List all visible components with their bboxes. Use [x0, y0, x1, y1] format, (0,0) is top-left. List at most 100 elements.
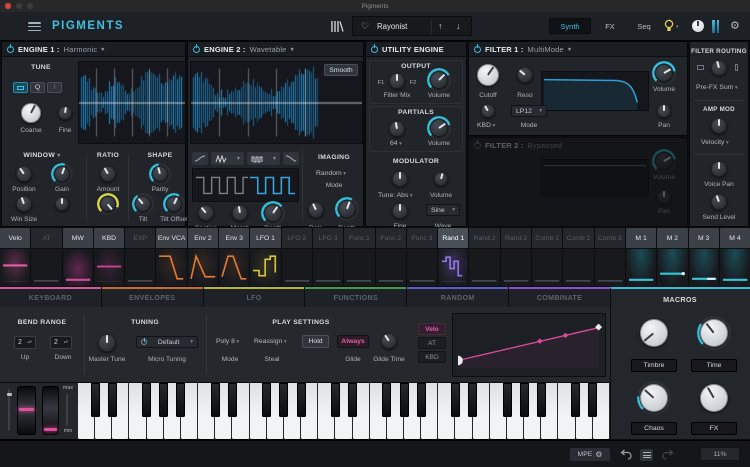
- mod-tile-exp[interactable]: [125, 249, 155, 286]
- mod-source-tab-comb-1[interactable]: Comb 1: [532, 228, 562, 248]
- mod-source-tab-env-vca[interactable]: Env VCA: [156, 228, 186, 248]
- modulator-volume-knob[interactable]: [434, 172, 448, 186]
- section-tab-functions[interactable]: FUNCTIONS: [305, 287, 406, 307]
- piano-black-key[interactable]: [348, 383, 357, 417]
- mod-tile-lfo-1[interactable]: [250, 249, 280, 286]
- filter1-type-select[interactable]: MultiMode: [528, 45, 564, 54]
- filter-routing-knob[interactable]: [711, 60, 727, 76]
- piano-black-key[interactable]: [468, 383, 477, 417]
- bend-down-stepper[interactable]: 2▴▾: [50, 336, 72, 349]
- curve-tab-kbd[interactable]: KBD: [418, 351, 446, 363]
- mod-source-tab-rand-3[interactable]: Rand 3: [501, 228, 531, 248]
- tab-seq[interactable]: Seq: [630, 18, 658, 34]
- mod-source-tab-velo[interactable]: Velo: [0, 228, 30, 248]
- mod-tile-at[interactable]: [31, 249, 61, 286]
- imaging-depth-knob[interactable]: [338, 200, 356, 218]
- voice-pan-knob[interactable]: [711, 161, 727, 177]
- tune-slope-button[interactable]: /: [47, 82, 62, 93]
- mod-tile-rand-2[interactable]: [469, 249, 499, 286]
- mod-tile-m-4[interactable]: [720, 249, 750, 286]
- filter1-header[interactable]: FILTER 1 : MultiMode ▾: [469, 42, 687, 57]
- wavetable-curve-left-icon[interactable]: [192, 152, 208, 165]
- mod-source-tab-func-1[interactable]: Func 1: [344, 228, 374, 248]
- wavetable-curve-right-icon[interactable]: [283, 152, 299, 165]
- heart-icon[interactable]: ♡: [361, 21, 369, 32]
- mod-wheel[interactable]: [42, 386, 59, 435]
- fine-knob[interactable]: [58, 106, 72, 120]
- section-knob[interactable]: [198, 205, 214, 221]
- mod-tile-m-1[interactable]: [626, 249, 656, 286]
- mod-source-tab-exp[interactable]: EXP: [125, 228, 155, 248]
- lightbulb-dropdown-arrow-icon[interactable]: ▾: [676, 24, 679, 30]
- ratio-amount-knob[interactable]: [100, 166, 116, 182]
- mod-range-slider[interactable]: [66, 394, 68, 426]
- section-tab-keyboard[interactable]: KEYBOARD: [0, 287, 101, 307]
- filter1-volume-knob[interactable]: [655, 64, 673, 82]
- previous-preset-arrow-icon[interactable]: ↑: [438, 21, 443, 31]
- velocity-curve-display[interactable]: [452, 313, 606, 377]
- engine2-type-select[interactable]: Wavetable: [250, 45, 287, 54]
- morph-knob[interactable]: [232, 205, 248, 221]
- tilt-knob[interactable]: [135, 196, 151, 212]
- modulator-tune-knob[interactable]: [392, 171, 408, 187]
- mod-tile-rand-3[interactable]: [501, 249, 531, 286]
- macro-timbre-knob[interactable]: [640, 319, 668, 347]
- tune-keyboard-mode-button[interactable]: [13, 82, 28, 93]
- mod-tile-env-2[interactable]: [188, 249, 218, 286]
- tab-fx[interactable]: FX: [598, 18, 622, 34]
- unison-select-dropdown[interactable]: ▾: [247, 152, 280, 165]
- section-tab-lfo[interactable]: LFO: [204, 287, 305, 307]
- tab-synth[interactable]: Synth: [549, 18, 591, 34]
- vibrato-slider[interactable]: [8, 389, 10, 431]
- piano-black-key[interactable]: [571, 383, 580, 417]
- mod-tile-env-3[interactable]: [219, 249, 249, 286]
- mod-source-tab-func-2[interactable]: Func 2: [376, 228, 406, 248]
- partials-knob[interactable]: [389, 121, 405, 137]
- tilt-offset-knob[interactable]: [166, 196, 182, 212]
- utility-power-icon[interactable]: [371, 46, 378, 53]
- piano-black-key[interactable]: [279, 383, 288, 417]
- piano-black-key[interactable]: [228, 383, 237, 417]
- curve-tab-velo[interactable]: Velo: [418, 323, 446, 335]
- macro-time-knob[interactable]: [700, 319, 728, 347]
- piano-black-key[interactable]: [142, 383, 151, 417]
- pitch-bend-wheel[interactable]: [17, 386, 36, 435]
- mpe-button[interactable]: MPE⚙: [570, 448, 610, 461]
- filter1-power-icon[interactable]: [474, 46, 481, 53]
- mod-tile-lfo-3[interactable]: [313, 249, 343, 286]
- partials-count-dropdown[interactable]: 64: [390, 140, 402, 147]
- curve-tab-at[interactable]: AT: [418, 337, 446, 349]
- cpu-meter[interactable]: 11%: [700, 447, 740, 461]
- engine1-type-select[interactable]: Harmonic: [64, 45, 98, 54]
- filter2-type-select[interactable]: Bypassed: [528, 141, 563, 150]
- mod-tile-rand-1[interactable]: [438, 249, 468, 286]
- filter1-kbd-dropdown[interactable]: KBD: [477, 122, 495, 129]
- mod-tile-func-1[interactable]: [344, 249, 374, 286]
- engine1-header[interactable]: ENGINE 1 : Harmonic ▾: [2, 42, 185, 57]
- reso-knob[interactable]: [517, 67, 533, 83]
- piano-black-key[interactable]: [537, 383, 546, 417]
- mod-source-tab-rand-1[interactable]: Rand 1: [438, 228, 468, 248]
- mod-tile-comb-3[interactable]: [595, 249, 625, 286]
- settings-gear-icon[interactable]: ⚙: [730, 19, 740, 32]
- poly-mode-dropdown[interactable]: Poly 8: [216, 338, 239, 345]
- modulator-tune-mode-dropdown[interactable]: Tune: Abs: [378, 192, 413, 199]
- modulator-fine-knob[interactable]: [392, 203, 408, 219]
- piano-black-key[interactable]: [503, 383, 512, 417]
- filter2-header[interactable]: FILTER 2 : Bypassed: [469, 138, 687, 153]
- mod-source-tab-lfo-3[interactable]: LFO 3: [313, 228, 343, 248]
- history-icon[interactable]: [640, 449, 653, 461]
- mod-tile-comb-2[interactable]: [563, 249, 593, 286]
- master-tune-knob[interactable]: [98, 334, 116, 352]
- macro-fx-knob[interactable]: [700, 384, 728, 412]
- mod-source-tab-m-1[interactable]: M 1: [626, 228, 656, 248]
- mod-source-tab-comb-3[interactable]: Comb 3: [595, 228, 625, 248]
- filter1-mode-dropdown[interactable]: LP12: [511, 105, 547, 117]
- filter2-pan-knob[interactable]: [657, 190, 671, 204]
- hamburger-menu-icon[interactable]: [28, 22, 41, 31]
- piano-black-key[interactable]: [400, 383, 409, 417]
- piano-black-key[interactable]: [382, 383, 391, 417]
- mod-tile-velo[interactable]: [0, 249, 30, 286]
- win-size-knob[interactable]: [16, 196, 32, 212]
- filter2-power-icon[interactable]: [474, 142, 481, 149]
